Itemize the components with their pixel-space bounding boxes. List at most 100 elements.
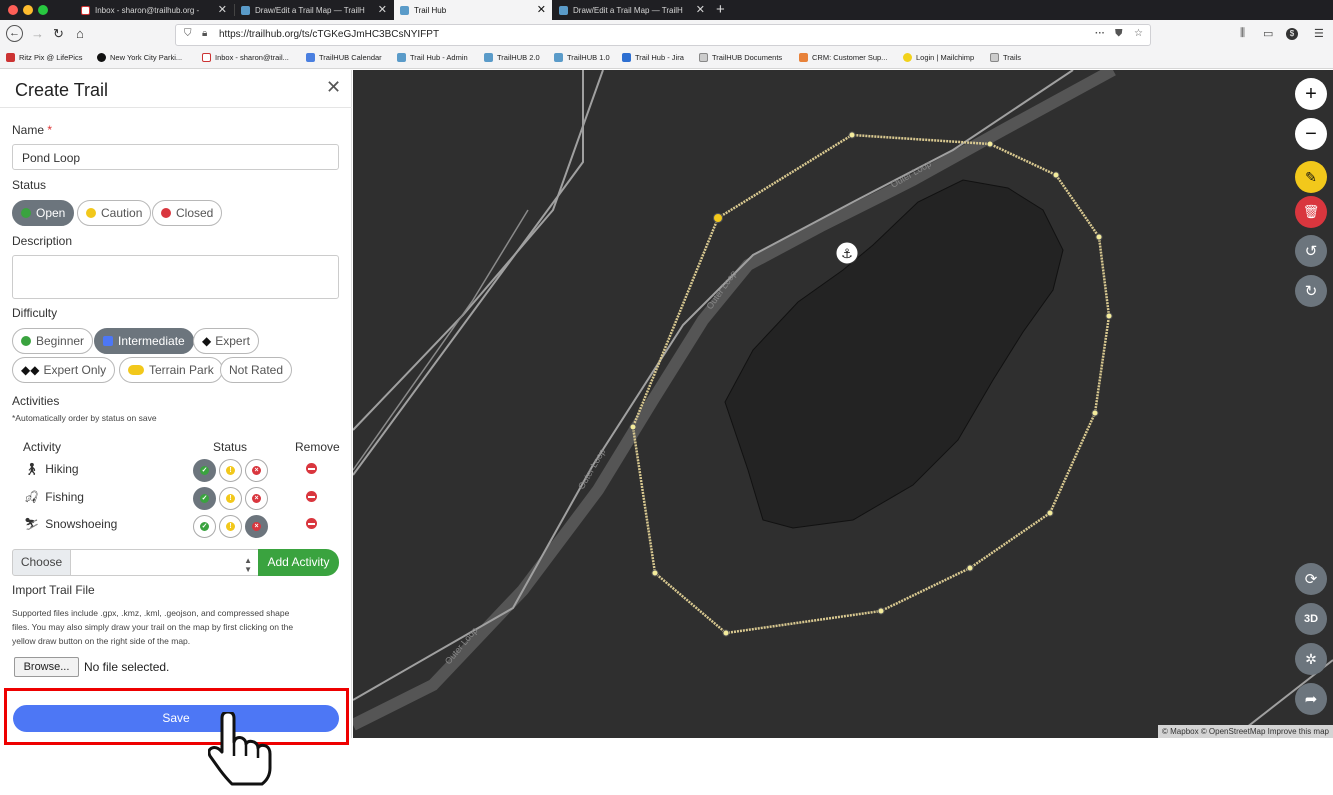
bookmark-item[interactable]: TrailHUB Documents (699, 53, 782, 62)
close-tab-icon[interactable]: ✕ (537, 3, 546, 17)
activity-status-open-button[interactable]: ✓ (193, 487, 216, 510)
description-label: Description (12, 234, 73, 248)
trail-vertex[interactable] (966, 564, 974, 572)
undo-button[interactable]: ↺ (1295, 235, 1327, 267)
trail-vertex[interactable] (986, 140, 994, 148)
activity-status-closed-button[interactable]: × (245, 459, 268, 482)
bookmark-item[interactable]: New York City Parki... (97, 53, 182, 62)
share-button[interactable]: ➦ (1295, 683, 1327, 715)
menu-icon[interactable]: ☰ (1314, 27, 1324, 40)
description-field[interactable] (12, 255, 339, 299)
activity-status-closed-button[interactable]: × (245, 487, 268, 510)
remove-column-header: Remove (295, 440, 340, 454)
name-field[interactable]: Pond Loop (12, 144, 339, 170)
page-actions-icon[interactable]: ··· (1095, 28, 1105, 39)
library-icon[interactable]: ⫼ (1240, 27, 1245, 40)
bookmark-item[interactable]: Trail Hub - Jira (622, 53, 684, 62)
close-icon[interactable]: ✕ (326, 77, 341, 98)
locate-button[interactable]: ✲ (1295, 643, 1327, 675)
status-closed-button[interactable]: Closed (152, 200, 223, 226)
difficulty-expert-only-button[interactable]: ◆◆ Expert Only (12, 357, 116, 383)
locate-icon: ✲ (1305, 650, 1317, 667)
trail-vertex[interactable] (1052, 171, 1060, 179)
bookmark-star-icon[interactable]: ☆ (1134, 28, 1143, 39)
redo-button[interactable]: ↻ (1295, 275, 1327, 307)
bookmark-item[interactable]: TrailHUB 2.0 (484, 53, 540, 62)
trail-vertex[interactable] (651, 569, 659, 577)
activity-status-caution-button[interactable]: ! (219, 459, 242, 482)
difficulty-intermediate-button[interactable]: Intermediate (94, 328, 194, 354)
trail-vertex[interactable] (1095, 233, 1103, 241)
tab-draw-edit[interactable]: Draw/Edit a Trail Map — TrailH ✕ (235, 0, 393, 20)
bookmark-item[interactable]: Login | Mailchimp (903, 53, 974, 62)
tab-draw-edit-2[interactable]: Draw/Edit a Trail Map — TrailH ✕ (553, 0, 711, 20)
3d-button[interactable]: 3D (1295, 603, 1327, 635)
activity-status-open-button[interactable]: ✓ (193, 515, 216, 538)
tab-trail-hub[interactable]: Trail Hub ✕ (394, 0, 552, 20)
shield-icon[interactable]: ⛉ (184, 28, 192, 39)
bookmark-item[interactable]: TrailHUB Calendar (306, 53, 382, 62)
url-bar[interactable]: ⛉ 🔒︎ https://trailhub.org/ts/cTGKeGJmHC3… (175, 24, 1151, 46)
account-icon[interactable]: $ (1286, 28, 1298, 40)
difficulty-terrain-park-button[interactable]: Terrain Park (119, 357, 223, 383)
sidebar-icon[interactable]: ▭ (1263, 27, 1273, 40)
zoom-out-button[interactable]: − (1295, 118, 1327, 150)
save-button[interactable]: Save (13, 705, 339, 732)
close-tab-icon[interactable]: ✕ (378, 3, 387, 17)
pocket-icon[interactable]: ⛊ (1115, 28, 1123, 39)
tab-inbox[interactable]: Inbox - sharon@trailhub.org - ✕ (75, 0, 233, 20)
map-attribution[interactable]: © Mapbox © OpenStreetMap Improve this ma… (1158, 725, 1333, 738)
status-open-button[interactable]: Open (12, 200, 75, 226)
trail-vertex[interactable] (629, 423, 637, 431)
back-icon[interactable]: ← (6, 25, 23, 42)
map-layer[interactable]: Outer Loop Outer Loop Outer Loop Outer L… (353, 70, 1333, 738)
activity-status-closed-button[interactable]: × (245, 515, 268, 538)
bookmark-item[interactable]: Ritz Pix @ LifePics (6, 53, 82, 62)
bookmark-item[interactable]: Trails (990, 53, 1021, 62)
bookmark-item[interactable]: Inbox - sharon@trail... (202, 53, 289, 62)
delete-button[interactable]: 🗑︎ (1295, 196, 1327, 228)
forward-icon[interactable]: → (31, 26, 44, 42)
bookmark-item[interactable]: CRM: Customer Sup... (799, 53, 887, 62)
map-canvas[interactable]: Outer Loop Outer Loop Outer Loop Outer L… (353, 70, 1333, 738)
trail-vertex[interactable] (1091, 409, 1099, 417)
bookmark-item[interactable]: TrailHUB 1.0 (554, 53, 610, 62)
difficulty-not-rated-button[interactable]: Not Rated (220, 357, 293, 383)
close-tab-icon[interactable]: ✕ (218, 3, 227, 17)
trail-vertex[interactable] (1105, 312, 1113, 320)
trail-vertex[interactable] (1046, 509, 1054, 517)
remove-activity-icon[interactable] (306, 491, 317, 502)
blue-square-icon (103, 336, 113, 346)
name-label: Name * (12, 123, 53, 137)
remove-activity-icon[interactable] (306, 518, 317, 529)
draw-button[interactable]: ✎ (1295, 161, 1327, 193)
trail-vertex[interactable] (877, 607, 885, 615)
remove-activity-icon[interactable] (306, 463, 317, 474)
close-tab-icon[interactable]: ✕ (696, 3, 705, 17)
activity-status-caution-button[interactable]: ! (219, 487, 242, 510)
activity-name: Fishing (45, 490, 84, 504)
close-window-icon[interactable] (8, 5, 18, 15)
trailhub-icon (554, 53, 563, 62)
zoom-in-button[interactable]: + (1295, 78, 1327, 110)
status-caution-button[interactable]: Caution (77, 200, 152, 226)
browse-button[interactable]: Browse... (14, 657, 79, 677)
difficulty-expert-button[interactable]: ◆ Expert (193, 328, 259, 354)
reload-icon[interactable]: ↻ (53, 26, 64, 42)
maximize-window-icon[interactable] (38, 5, 48, 15)
trail-vertex[interactable] (722, 629, 730, 637)
new-tab-icon[interactable]: + (716, 0, 725, 19)
trail-vertex[interactable] (848, 131, 856, 139)
trail-vertex[interactable] (713, 213, 723, 223)
activity-status-caution-button[interactable]: ! (219, 515, 242, 538)
minimize-window-icon[interactable] (23, 5, 33, 15)
add-activity-button[interactable]: Add Activity (258, 549, 339, 576)
rotate-button[interactable]: ⟳ (1295, 563, 1327, 595)
activity-select[interactable]: ▲ ▼ (70, 549, 259, 576)
divider (0, 107, 352, 108)
activity-status-open-button[interactable]: ✓ (193, 459, 216, 482)
double-black-diamond-icon: ◆◆ (21, 363, 40, 377)
bookmark-item[interactable]: Trail Hub - Admin (397, 53, 468, 62)
difficulty-beginner-button[interactable]: Beginner (12, 328, 94, 354)
home-icon[interactable]: ⌂ (76, 26, 84, 42)
